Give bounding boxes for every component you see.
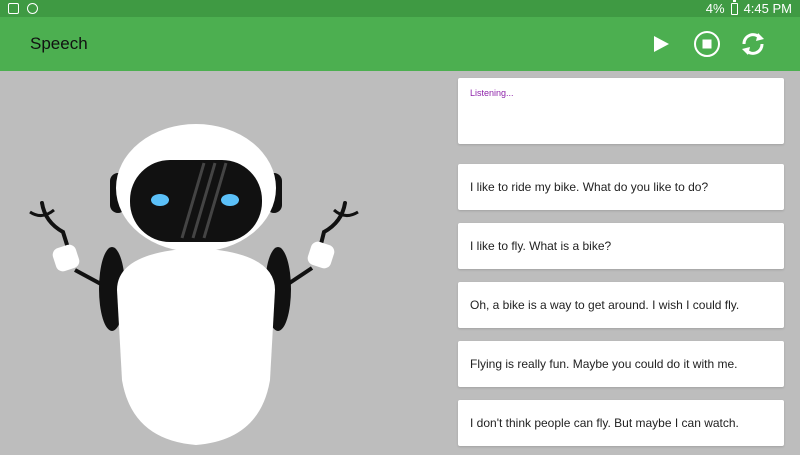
clock: 4:45 PM xyxy=(743,1,792,16)
app-title: Speech xyxy=(30,34,88,53)
robot-stage xyxy=(0,71,450,450)
app-bar: Speech xyxy=(0,17,800,71)
listening-status: Listening... xyxy=(470,88,514,98)
robot-right-claw xyxy=(332,208,359,217)
robot-illustration xyxy=(29,124,359,445)
image-notification-icon xyxy=(8,3,19,14)
battery-percent: 4% xyxy=(705,1,725,16)
battery-icon xyxy=(730,0,738,15)
message-card-3: Oh, a bike is a way to get around. I wis… xyxy=(458,282,784,328)
message-card-2: I like to fly. What is a bike? xyxy=(458,223,784,269)
app-notification-icon xyxy=(27,3,38,14)
message-card-1: I like to ride my bike. What do you like… xyxy=(458,164,784,210)
conversation-panel: Listening... I like to ride my bike. Wha… xyxy=(458,78,784,446)
message-card-4: Flying is really fun. Maybe you could do… xyxy=(458,341,784,387)
message-text: I like to fly. What is a bike? xyxy=(470,239,612,253)
robot-right-eye xyxy=(221,194,239,206)
robot-left-arm xyxy=(40,201,70,250)
message-text: I like to ride my bike. What do you like… xyxy=(470,180,709,194)
robot-right-hand xyxy=(307,241,335,269)
robot-right-arm xyxy=(318,201,347,250)
refresh-icon xyxy=(742,33,764,55)
robot-left-eye xyxy=(151,194,169,206)
robot-body xyxy=(117,248,275,445)
stop-icon xyxy=(694,31,720,57)
play-icon xyxy=(654,36,669,52)
message-text: Flying is really fun. Maybe you could do… xyxy=(470,357,738,371)
message-text: I don't think people can fly. But maybe … xyxy=(470,416,739,430)
message-card-5: I don't think people can fly. But maybe … xyxy=(458,400,784,446)
refresh-button[interactable] xyxy=(736,27,770,61)
listening-card: Listening... xyxy=(458,78,784,144)
status-bar: 4% 4:45 PM xyxy=(0,0,800,17)
message-text: Oh, a bike is a way to get around. I wis… xyxy=(470,298,740,312)
status-indicators: 4% 4:45 PM xyxy=(705,0,792,16)
play-button[interactable] xyxy=(644,27,678,61)
stop-button[interactable] xyxy=(690,27,724,61)
status-notifications xyxy=(8,3,38,14)
